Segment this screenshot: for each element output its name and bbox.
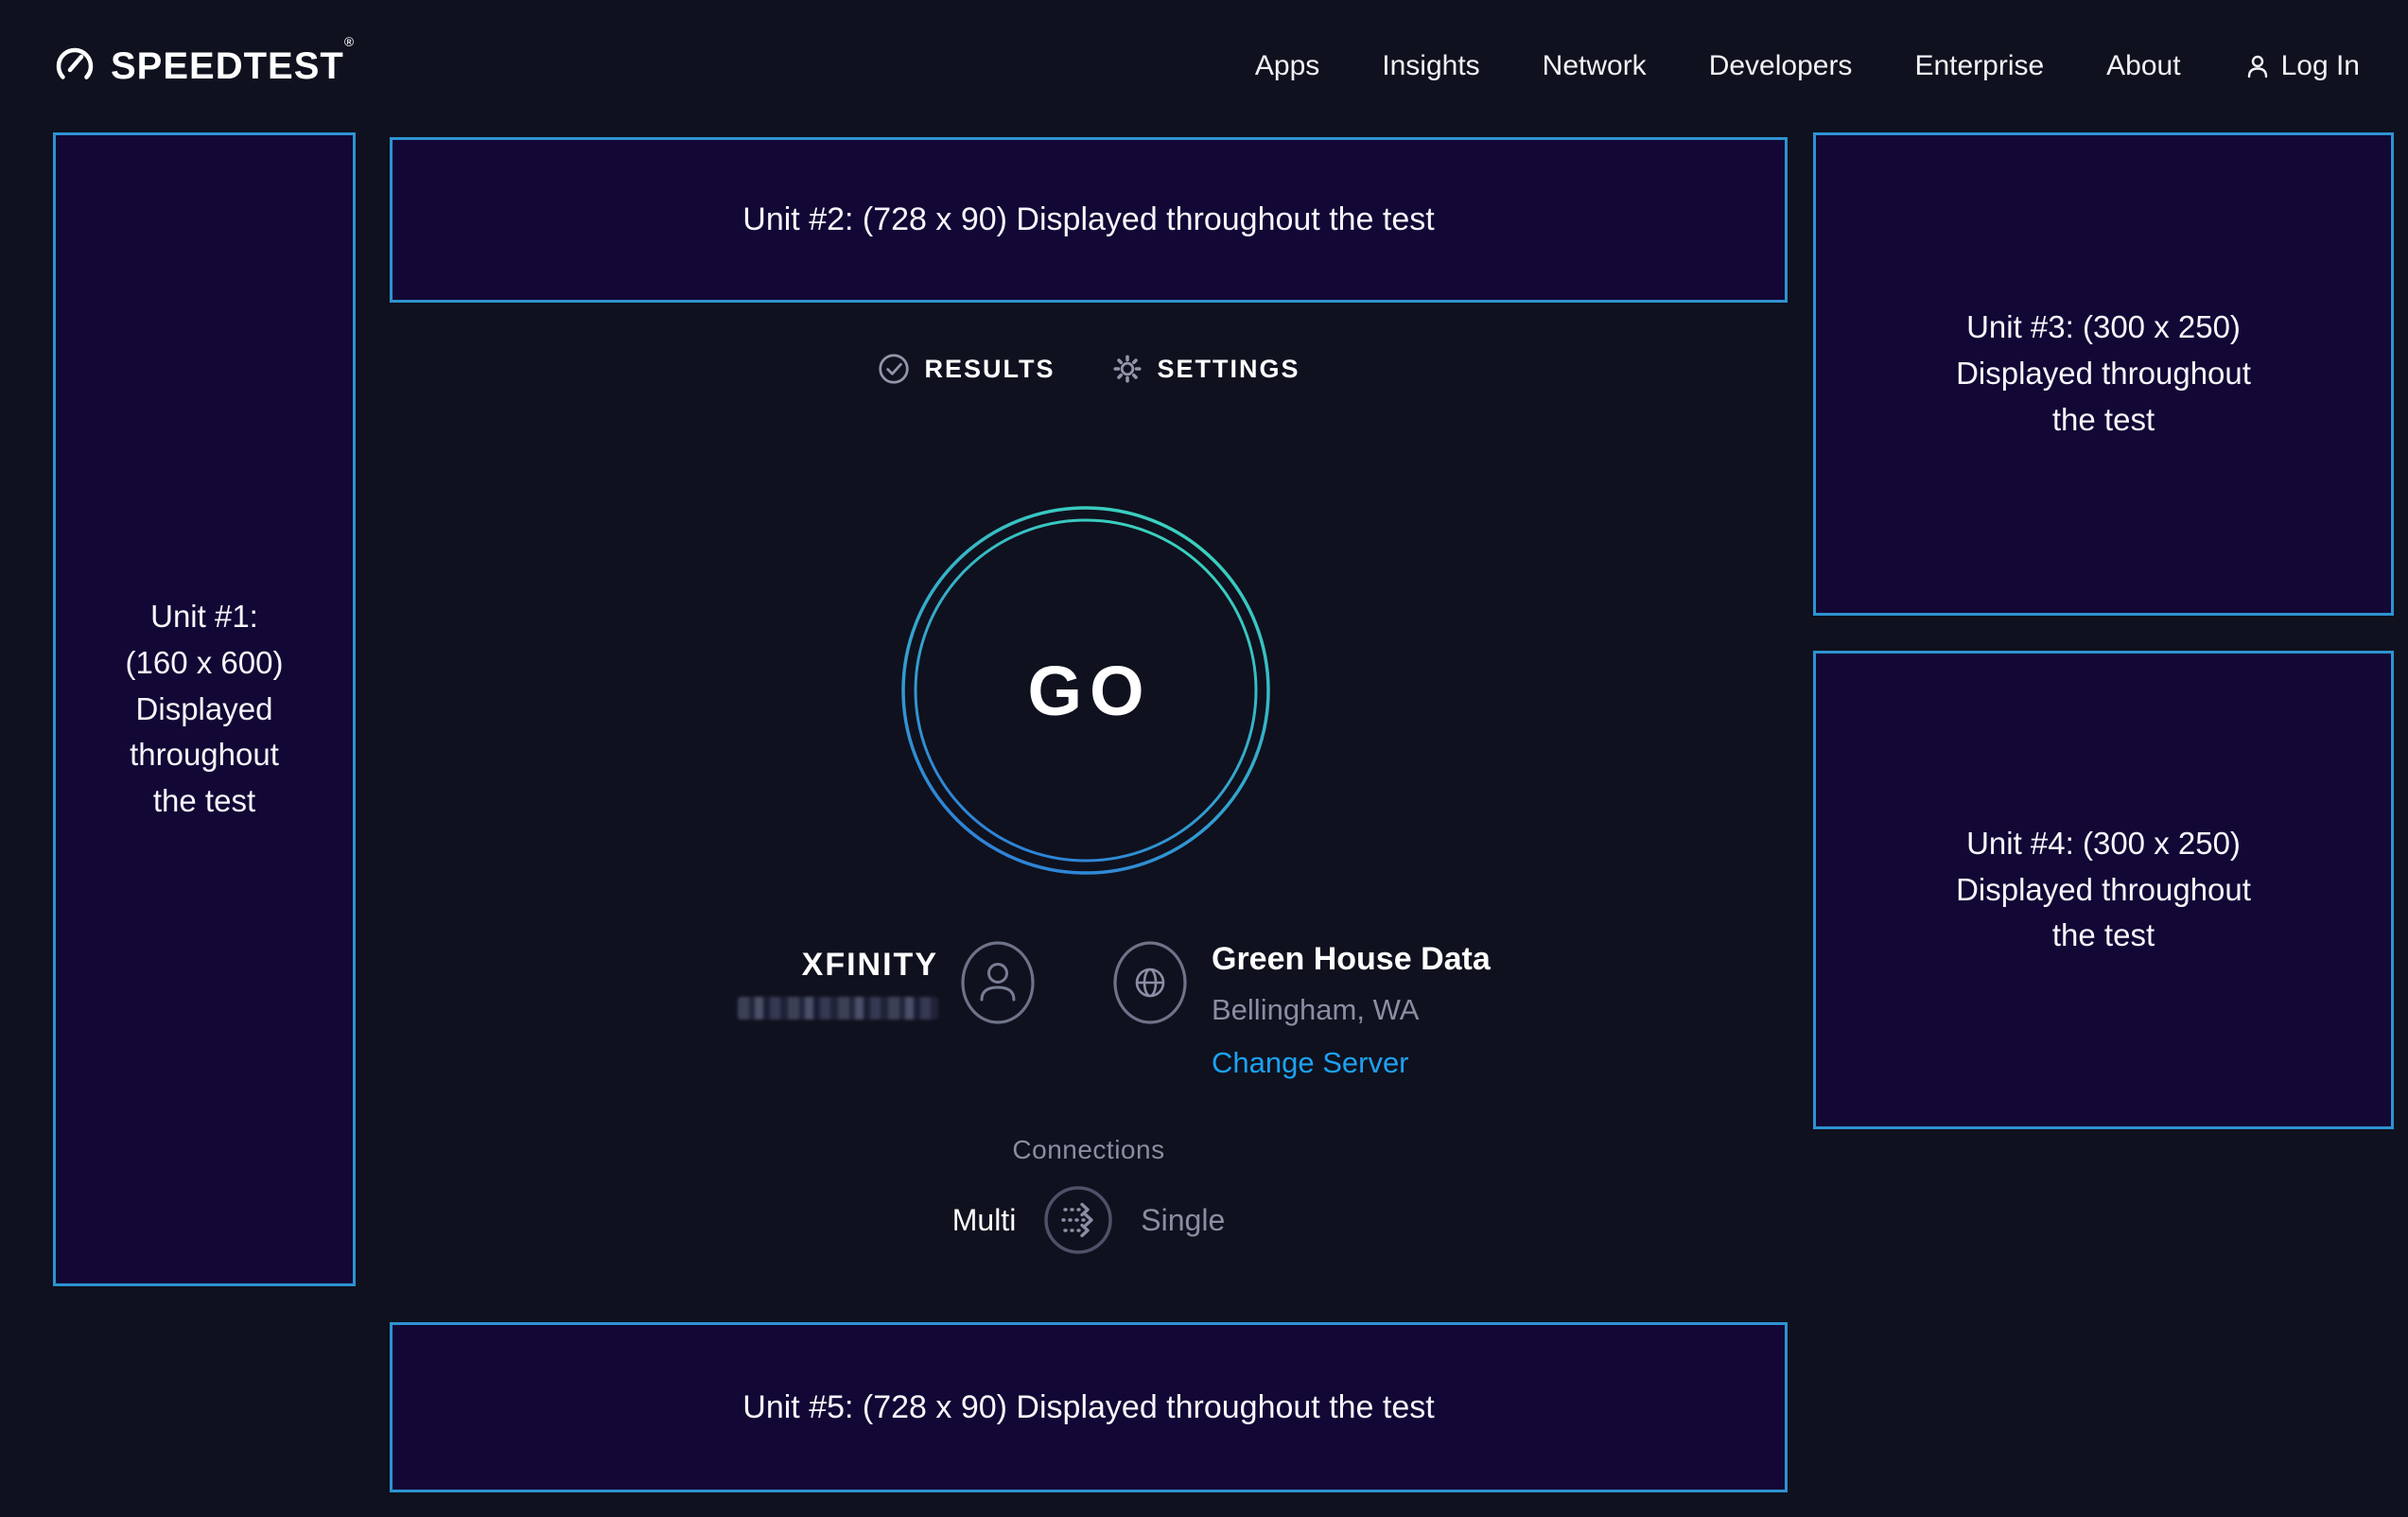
provider-info-row: XFINITY Green Hou	[390, 932, 1788, 1121]
ad-unit-3[interactable]: Unit #3: (300 x 250) Displayed throughou…	[1813, 132, 2394, 616]
connections-multi-option[interactable]: Multi	[952, 1203, 1017, 1238]
server-name: Green House Data	[1212, 941, 1491, 978]
speedtest-page: SPEEDTEST® Apps Insights Network Develop…	[0, 0, 2408, 1517]
connections-toggle[interactable]	[1042, 1184, 1114, 1256]
header: SPEEDTEST® Apps Insights Network Develop…	[0, 0, 2408, 132]
speedometer-gauge-icon	[52, 44, 97, 89]
user-icon	[2243, 52, 2272, 80]
nav-item-apps[interactable]: Apps	[1255, 50, 1319, 82]
tab-results-label: RESULTS	[924, 355, 1055, 384]
view-tabs: RESULTS SETTING	[390, 336, 1788, 402]
login-button[interactable]: Log In	[2243, 50, 2360, 82]
server-location: Bellingham, WA	[1212, 993, 1491, 1027]
redacted-ip-text	[738, 997, 938, 1020]
nav-item-insights[interactable]: Insights	[1382, 50, 1479, 82]
nav-item-developers[interactable]: Developers	[1709, 50, 1853, 82]
nav-item-about[interactable]: About	[2106, 50, 2180, 82]
person-oval-icon	[959, 939, 1037, 1026]
logo-wordmark: SPEEDTEST®	[111, 45, 355, 88]
ad-unit-4[interactable]: Unit #4: (300 x 250) Displayed throughou…	[1813, 651, 2394, 1129]
change-server-link[interactable]: Change Server	[1212, 1046, 1491, 1080]
connections-label: Connections	[390, 1135, 1788, 1165]
go-button[interactable]: GO	[899, 503, 1273, 878]
connections-single-option[interactable]: Single	[1141, 1203, 1225, 1238]
login-label: Log In	[2281, 50, 2360, 82]
speedtest-logo[interactable]: SPEEDTEST®	[52, 0, 355, 132]
globe-oval-icon	[1111, 939, 1189, 1026]
tab-settings-label: SETTINGS	[1158, 355, 1300, 384]
multi-connections-arrows-icon	[1042, 1184, 1114, 1256]
ad-unit-5[interactable]: Unit #5: (728 x 90) Displayed throughout…	[390, 1322, 1788, 1492]
tab-results[interactable]: RESULTS	[877, 352, 1055, 386]
nav-item-network[interactable]: Network	[1543, 50, 1647, 82]
nav-item-enterprise[interactable]: Enterprise	[1914, 50, 2044, 82]
trademark-symbol: ®	[344, 34, 355, 49]
gear-icon	[1110, 352, 1144, 386]
isp-block: XFINITY	[738, 939, 1037, 1026]
isp-name: XFINITY	[802, 947, 938, 984]
connections-section: Connections Multi	[390, 1135, 1788, 1256]
ad-unit-1[interactable]: Unit #1: (160 x 600) Displayed throughou…	[53, 132, 356, 1286]
server-block: Green House Data Bellingham, WA Change S…	[1111, 939, 1491, 1080]
go-label: GO	[899, 503, 1273, 878]
check-circle-icon	[877, 352, 911, 386]
main-nav: Apps Insights Network Developers Enterpr…	[1255, 0, 2360, 132]
ad-unit-2[interactable]: Unit #2: (728 x 90) Displayed throughout…	[390, 137, 1788, 303]
tab-settings[interactable]: SETTINGS	[1110, 352, 1300, 386]
